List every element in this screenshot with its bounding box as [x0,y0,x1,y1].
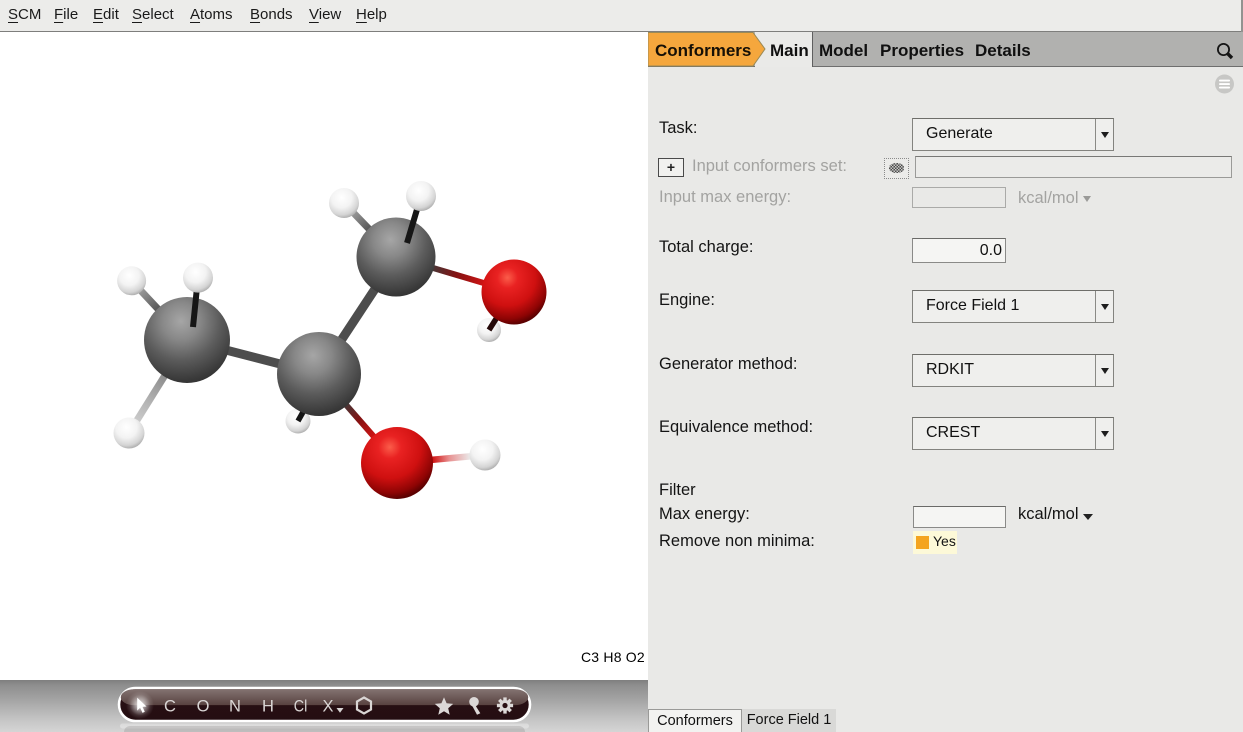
svg-text:H: H [262,698,274,716]
svg-text:Cl: Cl [294,698,308,716]
svg-text:O: O [197,698,210,716]
svg-text:N: N [229,698,241,716]
svg-text:X: X [322,698,333,716]
svg-text:C: C [164,698,176,716]
